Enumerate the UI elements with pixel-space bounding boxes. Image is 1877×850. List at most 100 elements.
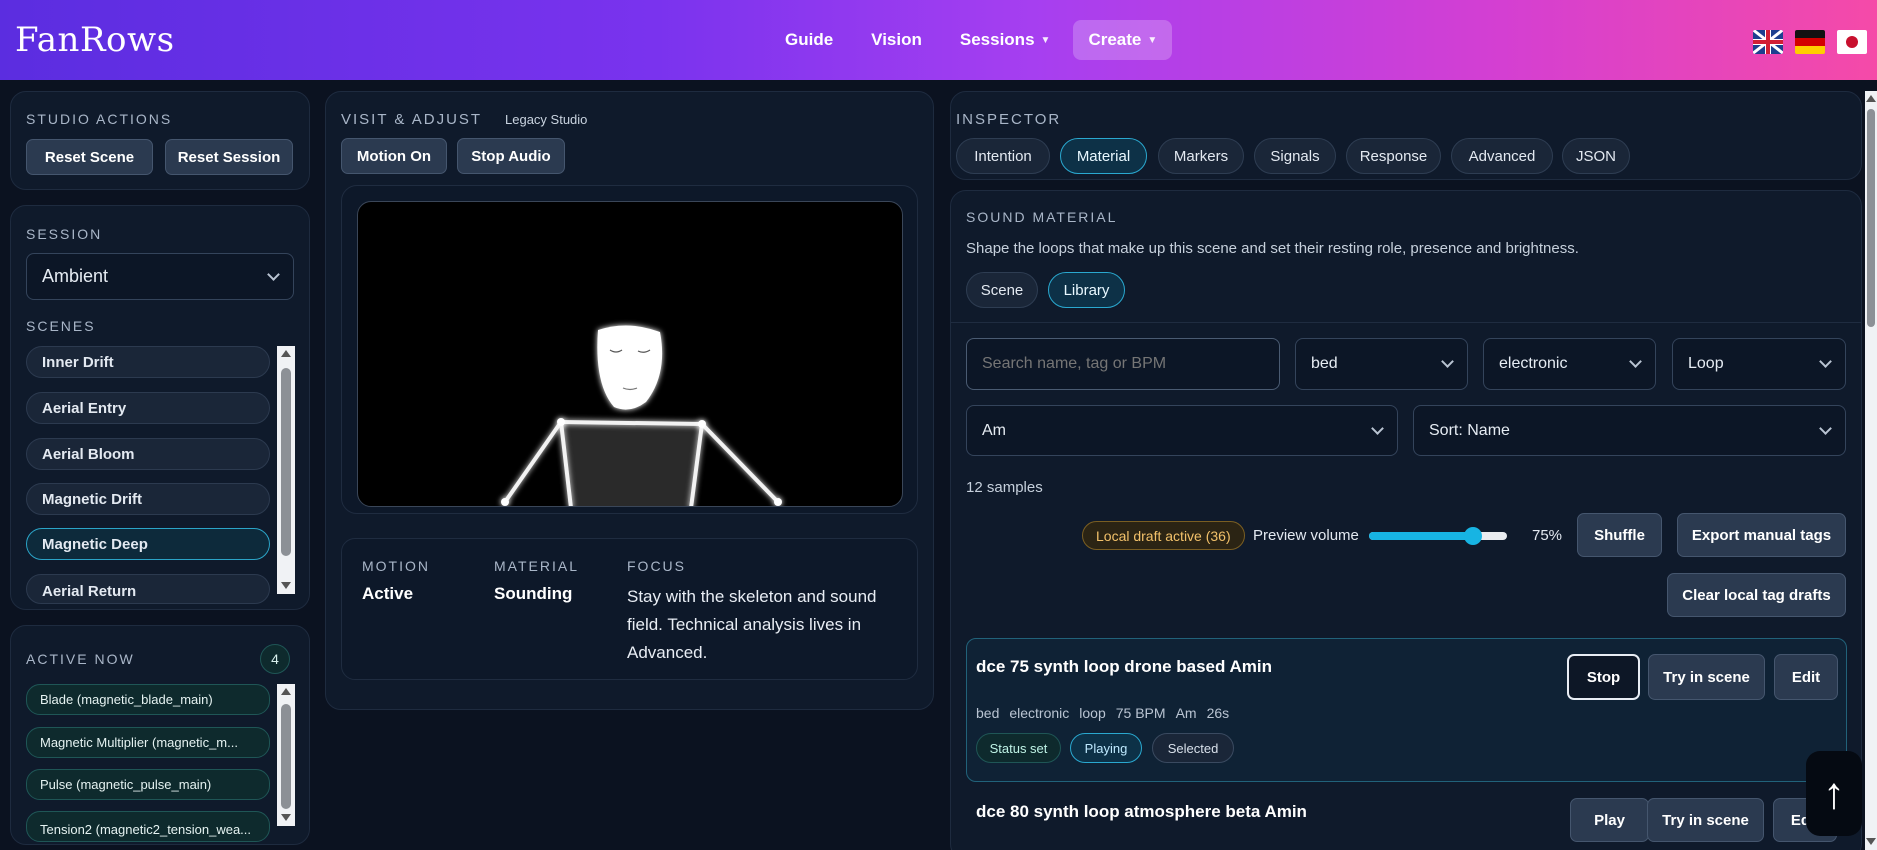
scene-item-magnetic-drift[interactable]: Magnetic Drift (26, 483, 270, 515)
nav-guide[interactable]: Guide (770, 20, 848, 60)
scene-item-aerial-bloom[interactable]: Aerial Bloom (26, 438, 270, 470)
sample-search-input[interactable] (966, 338, 1280, 390)
scroll-up-icon[interactable] (1866, 95, 1876, 102)
german-flag-icon[interactable] (1795, 30, 1825, 54)
tab-material[interactable]: Material (1060, 138, 1147, 174)
chevron-down-icon (1371, 421, 1384, 435)
uk-flag-icon[interactable] (1753, 30, 1783, 54)
nav-vision[interactable]: Vision (856, 20, 937, 60)
active-item-blade[interactable]: Blade (magnetic_blade_main) (26, 684, 270, 715)
role-filter-select[interactable]: bed (1295, 338, 1468, 390)
visit-adjust-card: VISIT & ADJUST Legacy Studio Motion On S… (325, 91, 934, 710)
reset-session-button[interactable]: Reset Session (165, 139, 293, 175)
status-set-tag: Status set (976, 733, 1061, 763)
subtab-library[interactable]: Library (1048, 272, 1125, 308)
tab-markers[interactable]: Markers (1158, 138, 1244, 174)
scroll-down-icon[interactable] (281, 582, 291, 589)
sample-meta-bpm: 75 BPM (1115, 705, 1166, 721)
local-draft-badge: Local draft active (36) (1082, 521, 1245, 550)
preview-volume-thumb[interactable] (1463, 527, 1482, 545)
selected-tag: Selected (1152, 733, 1234, 763)
chevron-down-icon (267, 267, 280, 281)
tab-intention[interactable]: Intention (956, 138, 1050, 174)
key-filter-select[interactable]: Am (966, 405, 1398, 456)
active-count-badge: 4 (260, 644, 290, 674)
session-card: SESSION Ambient SCENES Inner Drift Aeria… (10, 205, 310, 610)
scene-item-inner-drift[interactable]: Inner Drift (26, 346, 270, 378)
stop-audio-button[interactable]: Stop Audio (457, 138, 565, 174)
scroll-up-icon[interactable] (281, 688, 291, 695)
scrollbar-thumb[interactable] (281, 704, 291, 809)
session-select[interactable]: Ambient (26, 253, 294, 300)
page-scrollbar[interactable] (1865, 91, 1877, 850)
active-item-pulse[interactable]: Pulse (magnetic_pulse_main) (26, 769, 270, 800)
reset-scene-button[interactable]: Reset Scene (26, 139, 153, 175)
active-now-title: ACTIVE NOW (26, 651, 135, 667)
status-panel: MOTION Active MATERIAL Sounding FOCUS St… (341, 538, 918, 680)
nav-guide-label: Guide (785, 30, 834, 49)
sample-meta-key: Am (1175, 705, 1197, 721)
motion-on-button[interactable]: Motion On (341, 138, 447, 174)
japan-flag-icon[interactable] (1837, 30, 1867, 54)
scrollbar-thumb[interactable] (281, 368, 291, 556)
brand-logo[interactable]: FanRows (15, 20, 175, 60)
main-nav: Guide Vision Sessions ▼ Create ▼ (770, 20, 1173, 60)
tab-signals[interactable]: Signals (1254, 138, 1336, 174)
type-filter-select[interactable]: Loop (1672, 338, 1846, 390)
language-switcher (1753, 30, 1867, 54)
preview-volume-fill (1369, 532, 1473, 540)
scene-item-aerial-entry[interactable]: Aerial Entry (26, 392, 270, 424)
tab-advanced[interactable]: Advanced (1451, 138, 1553, 174)
nav-sessions-label: Sessions (959, 30, 1035, 49)
edit-sample-button[interactable]: Edit (1774, 654, 1838, 700)
status-motion-label: MOTION (362, 558, 430, 574)
visit-subtitle: Legacy Studio (505, 112, 588, 127)
genre-filter-select[interactable]: electronic (1483, 338, 1656, 390)
sample-meta-length: 26s (1206, 705, 1230, 721)
active-list-scrollbar[interactable] (277, 684, 295, 826)
nav-create[interactable]: Create ▼ (1073, 20, 1173, 60)
key-filter-value: Am (982, 421, 1006, 439)
back-to-top-button[interactable]: ↑ (1806, 751, 1862, 836)
sample-meta-genre: electronic (1009, 705, 1070, 721)
page-scrollbar-thumb[interactable] (1867, 109, 1875, 327)
active-item-tension2[interactable]: Tension2 (magnetic2_tension_wea... (26, 811, 270, 842)
shuffle-button[interactable]: Shuffle (1577, 513, 1662, 557)
scene-item-magnetic-deep[interactable]: Magnetic Deep (26, 528, 270, 560)
chevron-down-icon (1629, 355, 1642, 368)
session-selected-value: Ambient (42, 266, 109, 286)
top-header: FanRows Guide Vision Sessions ▼ Create ▼ (0, 0, 1877, 80)
chevron-down-icon (1819, 421, 1832, 435)
preview-volume-slider[interactable] (1369, 527, 1507, 545)
scene-list-scrollbar[interactable] (277, 346, 295, 594)
studio-actions-card: STUDIO ACTIONS Reset Scene Reset Session (10, 91, 310, 190)
sample-meta: bed electronic loop 75 BPM Am 26s (976, 705, 1229, 721)
sample-row[interactable]: dce 80 synth loop atmosphere beta Amin P… (966, 790, 1847, 850)
status-motion-value: Active (362, 584, 414, 603)
scroll-down-icon[interactable] (281, 814, 291, 821)
status-material-value: Sounding (494, 584, 573, 603)
session-title: SESSION (26, 226, 103, 242)
active-item-magnetic-multiplier[interactable]: Magnetic Multiplier (magnetic_m... (26, 727, 270, 758)
sound-material-title: SOUND MATERIAL (966, 209, 1118, 225)
role-filter-value: bed (1311, 355, 1338, 372)
scene-item-aerial-return[interactable]: Aerial Return (26, 574, 270, 604)
visit-adjust-title: VISIT & ADJUST (341, 111, 483, 128)
skeleton-visualizer[interactable] (357, 201, 903, 507)
scroll-down-icon[interactable] (1866, 838, 1876, 845)
stop-sample-button[interactable]: Stop (1567, 654, 1640, 700)
export-manual-tags-button[interactable]: Export manual tags (1677, 513, 1846, 557)
tab-response[interactable]: Response (1346, 138, 1441, 174)
play-sample-button[interactable]: Play (1570, 798, 1649, 842)
chevron-down-icon (1819, 355, 1832, 368)
nav-sessions[interactable]: Sessions ▼ (945, 20, 1066, 60)
clear-local-tag-drafts-button[interactable]: Clear local tag drafts (1667, 573, 1846, 617)
scroll-up-icon[interactable] (281, 350, 291, 357)
try-in-scene-button[interactable]: Try in scene (1648, 654, 1765, 700)
subtab-scene[interactable]: Scene (966, 272, 1038, 308)
scenes-title: SCENES (26, 318, 96, 334)
type-filter-value: Loop (1688, 355, 1724, 372)
sort-select[interactable]: Sort: Name (1413, 405, 1846, 456)
try-in-scene-button[interactable]: Try in scene (1647, 798, 1764, 842)
tab-json[interactable]: JSON (1562, 138, 1630, 174)
